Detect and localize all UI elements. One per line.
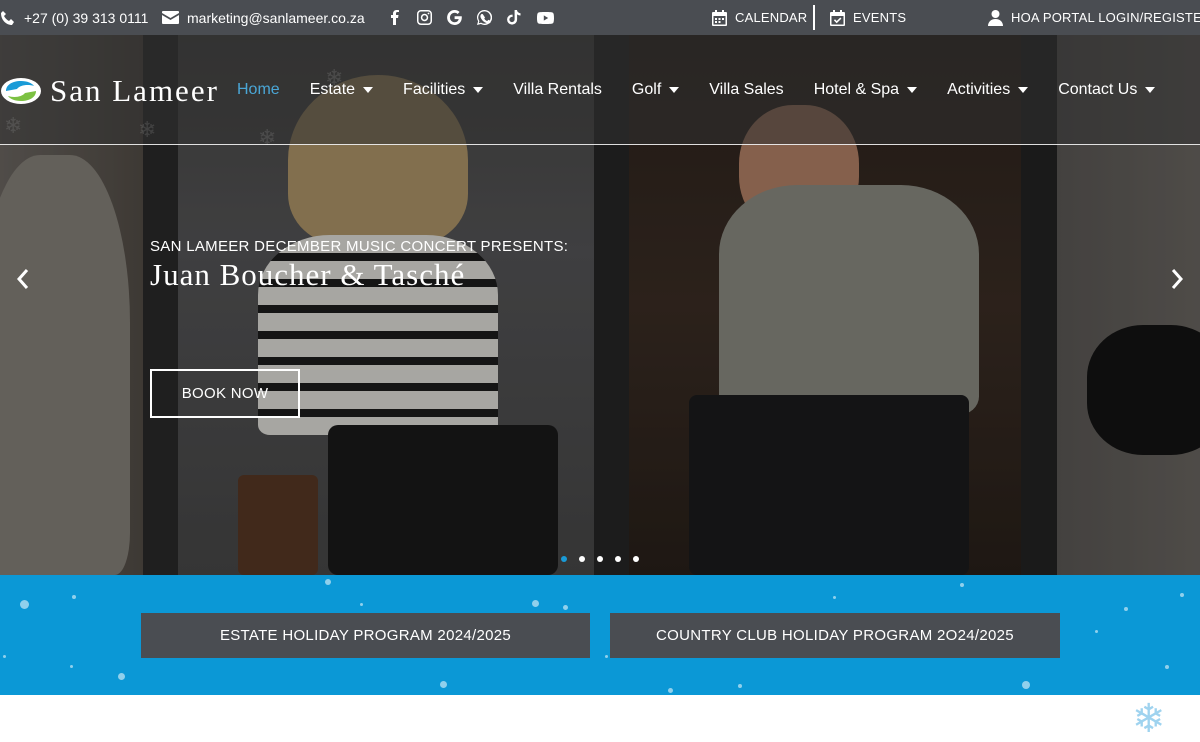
slider-pagination <box>561 556 639 562</box>
nav-item-label: Hotel & Spa <box>813 81 900 98</box>
youtube-icon[interactable] <box>536 10 554 26</box>
phone-link[interactable]: +27 (0) 39 313 0111 <box>0 0 148 35</box>
instagram-icon[interactable] <box>416 10 432 26</box>
top-bar: +27 (0) 39 313 0111 marketing@sanlameer.… <box>0 0 1200 35</box>
envelope-icon <box>162 11 179 24</box>
slider-dot[interactable] <box>633 556 639 562</box>
nav-item-villa-sales[interactable]: Villa Sales <box>709 81 783 99</box>
email-link[interactable]: marketing@sanlameer.co.za <box>162 0 365 35</box>
events-link[interactable]: EVENTS <box>830 0 906 35</box>
hero-slider: ❄ ❄ ❄ ❄ San Lameer Home Estate Facilitie… <box>0 35 1200 575</box>
caret-down-icon <box>907 87 918 93</box>
hoa-portal-link[interactable]: HOA PORTAL LOGIN/REGISTER <box>988 0 1200 35</box>
nav-item-label: Activities <box>947 81 1011 98</box>
site-logo[interactable]: San Lameer <box>0 73 219 109</box>
snow-dot <box>70 665 73 668</box>
topbar-divider <box>813 5 815 30</box>
slide-title: Juan Boucher & Tasché <box>150 257 466 292</box>
caret-down-icon <box>473 87 484 93</box>
snow-dot <box>325 579 331 585</box>
slider-dot[interactable] <box>579 556 585 562</box>
book-now-button[interactable]: BOOK NOW <box>150 369 300 418</box>
snow-dot <box>960 583 964 587</box>
calendar-icon <box>712 9 727 26</box>
facebook-icon[interactable] <box>386 10 402 26</box>
snow-dot <box>20 600 29 609</box>
nav-menu: Home Estate Facilities Villa Rentals Gol… <box>237 80 1156 100</box>
email-address: marketing@sanlameer.co.za <box>187 9 365 26</box>
nav-item-label: Villa Rentals <box>513 81 602 98</box>
snow-dot <box>1165 665 1169 669</box>
next-slide-button[interactable] <box>1167 263 1187 295</box>
slider-dot[interactable] <box>615 556 621 562</box>
snowflake-icon: ❄ <box>1132 697 1166 741</box>
snow-dot <box>605 655 608 658</box>
logo-icon <box>1 78 41 104</box>
nav-item-activities[interactable]: Activities <box>947 81 1029 99</box>
nav-item-label: Facilities <box>403 81 466 98</box>
snow-dot <box>1095 630 1098 633</box>
holiday-program-section: ESTATE HOLIDAY PROGRAM 2024/2025 COUNTRY… <box>0 575 1200 695</box>
estate-holiday-program-button[interactable]: ESTATE HOLIDAY PROGRAM 2024/2025 <box>141 613 590 658</box>
snow-dot <box>1124 607 1128 611</box>
google-icon[interactable] <box>446 10 462 26</box>
chevron-left-icon <box>16 269 29 289</box>
snow-dot <box>668 688 673 693</box>
slide-subtitle: SAN LAMEER DECEMBER MUSIC CONCERT PRESEN… <box>150 238 569 255</box>
snow-dot <box>833 596 836 599</box>
page-content-start <box>0 695 1200 740</box>
tiktok-icon[interactable] <box>506 10 522 26</box>
whatsapp-icon[interactable] <box>476 10 492 26</box>
snow-dot <box>532 600 539 607</box>
nav-item-facilities[interactable]: Facilities <box>403 81 484 99</box>
caret-down-icon <box>1018 87 1029 93</box>
slider-dot[interactable] <box>597 556 603 562</box>
snow-dot <box>1180 593 1184 597</box>
nav-item-label: Estate <box>309 81 356 98</box>
snow-dot <box>360 603 363 606</box>
nav-item-estate[interactable]: Estate <box>309 81 374 99</box>
brand-name: San Lameer <box>50 73 219 108</box>
social-links <box>386 0 554 35</box>
snow-dot <box>72 595 76 599</box>
nav-item-hotel-spa[interactable]: Hotel & Spa <box>813 81 918 99</box>
calendar-label: CALENDAR <box>735 10 808 25</box>
nav-item-label: Contact Us <box>1058 81 1138 98</box>
nav-item-label: Golf <box>631 81 662 98</box>
calendar-check-icon <box>830 9 845 26</box>
nav-item-villa-rentals[interactable]: Villa Rentals <box>513 81 602 99</box>
country-club-holiday-program-button[interactable]: COUNTRY CLUB HOLIDAY PROGRAM 2O24/2025 <box>610 613 1060 658</box>
snow-dot <box>3 655 6 658</box>
events-label: EVENTS <box>853 10 907 25</box>
caret-down-icon <box>669 87 680 93</box>
snow-dot <box>440 681 447 688</box>
phone-number: +27 (0) 39 313 0111 <box>24 9 149 26</box>
slider-dot[interactable] <box>561 556 567 562</box>
snow-dot <box>118 673 125 680</box>
hoa-portal-label: HOA PORTAL LOGIN/REGISTER <box>1011 10 1200 25</box>
nav-item-label: Villa Sales <box>709 81 784 98</box>
nav-item-contact-us[interactable]: Contact Us <box>1058 81 1156 99</box>
prev-slide-button[interactable] <box>13 263 33 295</box>
chevron-right-icon <box>1171 269 1184 289</box>
nav-item-home[interactable]: Home <box>237 81 280 99</box>
calendar-link[interactable]: CALENDAR <box>712 0 807 35</box>
nav-item-label: Home <box>237 81 280 98</box>
snow-dot <box>1022 681 1030 689</box>
caret-down-icon <box>363 87 374 93</box>
phone-icon <box>1 10 14 25</box>
snow-dot <box>563 605 568 610</box>
user-icon <box>988 9 1003 26</box>
nav-item-golf[interactable]: Golf <box>631 81 680 99</box>
main-navbar: San Lameer Home Estate Facilities Villa … <box>0 35 1200 145</box>
caret-down-icon <box>1145 87 1156 93</box>
snow-dot <box>738 684 742 688</box>
